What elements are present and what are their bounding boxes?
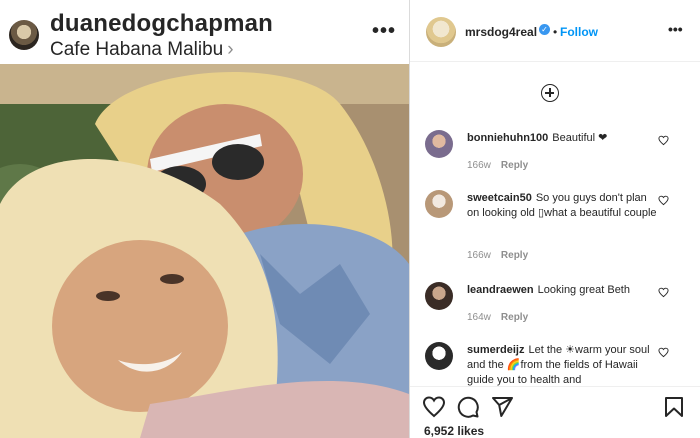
- heart-outline-icon[interactable]: [658, 347, 669, 358]
- left-user-avatar[interactable]: [9, 20, 39, 50]
- right-username[interactable]: mrsdog4real: [465, 25, 537, 39]
- verified-badge-icon: ✓: [539, 24, 550, 35]
- comment-username[interactable]: sumerdeijz: [467, 344, 524, 356]
- comment-body: Beautiful ❤: [552, 132, 608, 144]
- right-post-header: mrsdog4real ✓ • Follow •••: [410, 0, 700, 62]
- post-photo[interactable]: [0, 64, 409, 438]
- comment-username[interactable]: leandraewen: [467, 284, 534, 296]
- comment-meta: 166w Reply: [467, 250, 528, 261]
- comment-bubble-icon[interactable]: [456, 395, 480, 419]
- right-post-panel: mrsdog4real ✓ • Follow ••• bonniehuhn100…: [409, 0, 700, 438]
- reply-button[interactable]: Reply: [501, 160, 528, 171]
- comment-age: 166w: [467, 250, 491, 261]
- comment-age: 166w: [467, 160, 491, 171]
- left-more-options-button[interactable]: •••: [372, 21, 396, 41]
- bookmark-save-icon[interactable]: [662, 395, 686, 419]
- share-send-icon[interactable]: [490, 395, 514, 419]
- heart-outline-icon[interactable]: [658, 287, 669, 298]
- comment-avatar[interactable]: [425, 130, 453, 158]
- comment-avatar[interactable]: [425, 190, 453, 218]
- right-more-options-button[interactable]: •••: [668, 22, 683, 36]
- heart-outline-icon[interactable]: [658, 195, 669, 206]
- comments-list[interactable]: bonniehuhn100 Beautiful ❤ 166w Reply sweet…: [410, 116, 700, 386]
- photo-selfie-image: [0, 64, 409, 438]
- post-actions-bar: 6,952 likes: [410, 386, 700, 438]
- likes-count[interactable]: 6,952 likes: [424, 424, 484, 438]
- comment-body: Looking great Beth: [537, 284, 630, 296]
- comment-text: sweetcain50 So you guys don't plan on loo…: [467, 191, 662, 221]
- reply-button[interactable]: Reply: [501, 312, 528, 323]
- comment-avatar[interactable]: [425, 342, 453, 370]
- left-post-header: duanedogchapman Cafe Habana Malibu › •••: [0, 0, 409, 64]
- left-location[interactable]: Cafe Habana Malibu ›: [50, 39, 234, 61]
- comment-age: 164w: [467, 312, 491, 323]
- comment-text: sumerdeijz Let the ☀warm your soul and th…: [467, 343, 662, 386]
- left-post-panel: duanedogchapman Cafe Habana Malibu › •••: [0, 0, 409, 438]
- separator-dot: •: [553, 25, 558, 39]
- heart-outline-icon[interactable]: [658, 135, 669, 146]
- location-label[interactable]: Cafe Habana Malibu: [50, 39, 223, 60]
- follow-button[interactable]: Follow: [560, 25, 598, 39]
- plus-circle-icon[interactable]: [541, 84, 559, 102]
- comment-meta: 164w Reply: [467, 312, 528, 323]
- reply-button[interactable]: Reply: [501, 250, 528, 261]
- comment-username[interactable]: sweetcain50: [467, 192, 532, 204]
- comment-text: bonniehuhn100 Beautiful ❤: [467, 131, 662, 146]
- like-heart-icon[interactable]: [422, 395, 446, 419]
- comment-text: leandraewen Looking great Beth: [467, 283, 662, 298]
- chevron-right-icon: ›: [227, 39, 234, 60]
- comment-meta: 166w Reply: [467, 160, 528, 171]
- comment-username[interactable]: bonniehuhn100: [467, 132, 548, 144]
- left-username[interactable]: duanedogchapman: [50, 10, 273, 38]
- right-user-avatar[interactable]: [426, 17, 456, 47]
- comment-avatar[interactable]: [425, 282, 453, 310]
